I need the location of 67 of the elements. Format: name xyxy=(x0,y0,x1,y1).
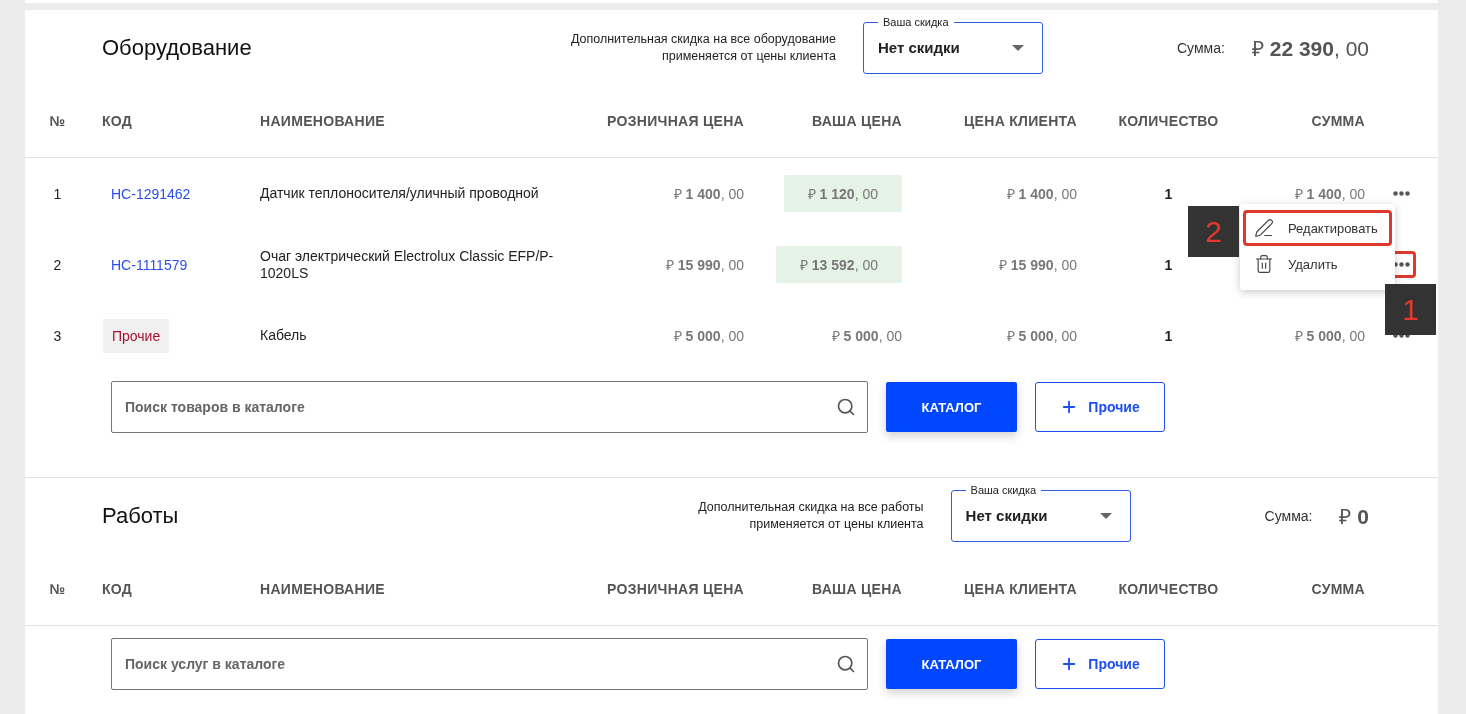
column-header: КОД xyxy=(101,581,133,597)
your-price: ₽ 13 592, 00 xyxy=(775,246,902,283)
column-header: ЦЕНА КЛИЕНТА xyxy=(964,113,1077,129)
catalog-button[interactable]: КАТАЛОГ xyxy=(886,382,1017,432)
client-price: ₽ 1 400, 00 xyxy=(1006,185,1077,203)
sum-total: ₽ 22 390, 00 xyxy=(1251,35,1369,62)
sum-label: Сумма: xyxy=(1177,39,1225,56)
menu-item[interactable]: Удалить xyxy=(1243,246,1392,282)
column-header: ЦЕНА КЛИЕНТА xyxy=(964,581,1077,597)
column-header: РОЗНИЧНАЯ ЦЕНА xyxy=(607,113,744,129)
client-price: ₽ 15 990, 00 xyxy=(998,256,1077,274)
row-number: 1 xyxy=(53,185,62,202)
search-icon xyxy=(836,397,856,417)
menu-item[interactable]: Редактировать xyxy=(1243,210,1392,246)
retail-price: ₽ 15 990, 00 xyxy=(665,256,744,274)
sum-total: ₽ 0 xyxy=(1339,503,1369,530)
row-number: 3 xyxy=(53,327,62,344)
retail-price: ₽ 1 400, 00 xyxy=(673,185,744,203)
column-header: КОД xyxy=(101,113,133,129)
your-price: ₽ 5 000, 00 xyxy=(831,327,902,345)
your-price: ₽ 1 120, 00 xyxy=(783,175,902,212)
add-other-button[interactable]: Прочие xyxy=(1035,639,1165,689)
product-name: Датчик теплоносителя/уличный проводной xyxy=(260,185,540,202)
quantity: 1 xyxy=(1164,256,1173,273)
caret-icon xyxy=(1012,44,1024,51)
trash-icon xyxy=(1254,254,1274,274)
caret-icon xyxy=(1099,512,1112,519)
discount-note: применяется от цены клиента xyxy=(661,47,836,65)
section-title: Работы xyxy=(102,502,180,529)
column-header: КОЛИЧЕСТВО xyxy=(1118,113,1219,129)
sum-label: Сумма: xyxy=(1264,507,1313,524)
column-header: № xyxy=(49,113,66,129)
search-field[interactable]: Поиск услуг в каталоге xyxy=(111,638,868,690)
code-link[interactable]: HC-1291462 xyxy=(111,185,191,202)
callout-tooltip: 2 xyxy=(1188,206,1239,257)
row-number: 2 xyxy=(53,256,62,273)
section-title: Оборудование xyxy=(102,34,253,61)
dots-icon xyxy=(1393,333,1410,338)
column-header: РОЗНИЧНАЯ ЦЕНА xyxy=(607,581,744,597)
code-tag: Прочие xyxy=(103,318,170,353)
quantity: 1 xyxy=(1164,185,1173,202)
search-field[interactable]: Поиск товаров в каталоге xyxy=(111,381,868,433)
row-sum: ₽ 5 000, 00 xyxy=(1294,327,1365,345)
column-header: СУММА xyxy=(1311,581,1365,597)
discount-note: Дополнительная скидка на все оборудование xyxy=(570,30,836,48)
retail-price: ₽ 5 000, 00 xyxy=(673,327,744,345)
column-header: КОЛИЧЕСТВО xyxy=(1118,581,1219,597)
column-header: ВАША ЦЕНА xyxy=(811,581,902,597)
column-header: ВАША ЦЕНА xyxy=(811,113,902,129)
add-other-button[interactable]: Прочие xyxy=(1035,382,1165,432)
search-icon xyxy=(836,654,856,674)
row-sum: ₽ 1 400, 00 xyxy=(1294,185,1365,203)
discount-note: применяется от цены клиента xyxy=(749,515,924,533)
product-name: Очаг электрический Electrolux Classic EFP/P-1020LS xyxy=(260,247,555,282)
code-link[interactable]: HC-1111579 xyxy=(111,256,188,273)
pencil-icon xyxy=(1254,218,1274,238)
dots-icon xyxy=(1393,191,1410,196)
client-price: ₽ 5 000, 00 xyxy=(1006,327,1077,345)
quantity: 1 xyxy=(1164,327,1173,344)
callout-tooltip: 1 xyxy=(1385,284,1436,335)
column-header: № xyxy=(49,581,66,597)
column-header: НАИМЕНОВАНИЕ xyxy=(260,113,385,129)
column-header: СУММА xyxy=(1311,113,1365,129)
discount-note: Дополнительная скидка на все работы xyxy=(698,498,924,516)
product-name: Кабель xyxy=(260,327,308,344)
catalog-button[interactable]: КАТАЛОГ xyxy=(886,639,1017,689)
column-header: НАИМЕНОВАНИЕ xyxy=(260,581,385,597)
